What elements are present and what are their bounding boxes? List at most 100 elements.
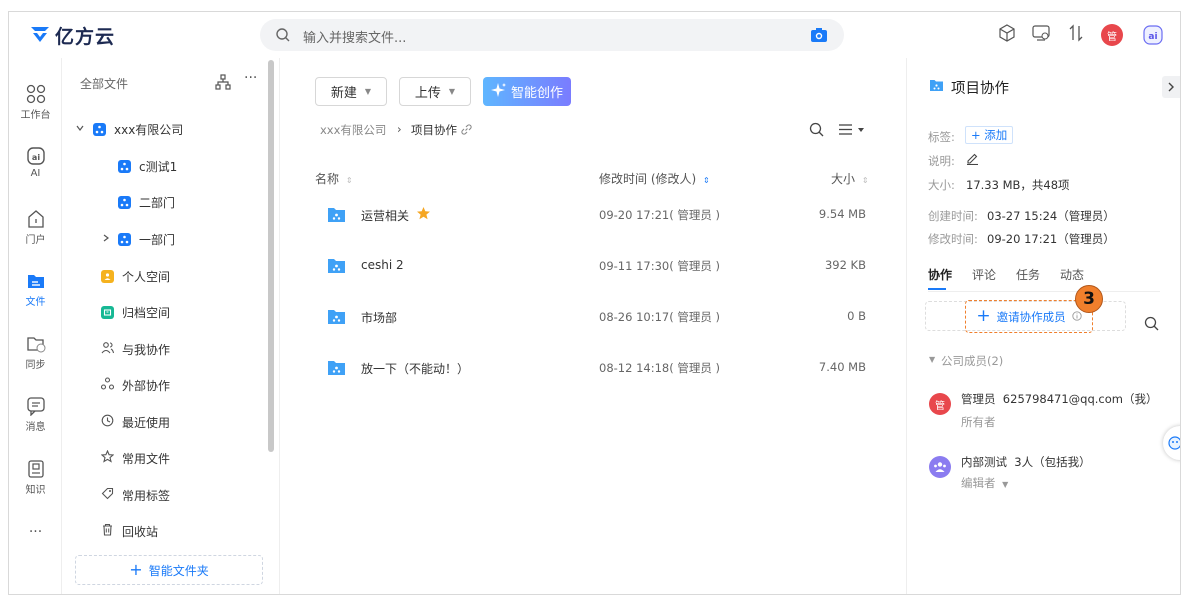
tree-label: 二部门 [139,195,176,210]
file-name[interactable]: ceshi 2 [361,258,404,272]
file-name[interactable]: 运营相关 [361,207,409,224]
rail-label: 文件 [25,297,46,308]
screen-icon[interactable] [1032,24,1050,45]
add-tag-button[interactable]: + 添加 [965,126,1014,144]
top-bar: 亿方云 输入并搜索文件... 管 ai [9,12,1180,58]
rail-label: 知识 [25,485,46,496]
tree-item-archive[interactable]: 归档空间 [101,300,170,324]
search-icon [275,27,291,46]
invite-members-button[interactable]: + 邀请协作成员 [965,300,1093,333]
more-options-icon[interactable]: ··· [244,70,257,86]
people-icon [101,341,115,357]
trash-icon [101,523,114,539]
upload-button[interactable]: 上传 ▼ [399,77,471,106]
tab-collaboration[interactable]: 协作 [928,266,952,283]
sort-icon: ⇕ [861,176,869,185]
more-icon[interactable]: ··· [9,524,62,540]
new-button[interactable]: 新建 ▼ [315,77,387,106]
collapse-panel-icon[interactable] [1162,76,1180,98]
rail-item-workbench[interactable]: 工作台 [9,84,62,121]
table-row[interactable]: 放一下（不能动！） 08-12 14:18( 管理员 ) 7.40 MB [280,344,908,394]
ai-assistant-icon[interactable]: ai [1143,25,1163,48]
user-avatar[interactable]: 管 [1101,24,1123,46]
panel-title: 项目协作 [951,81,1009,97]
tree-label: 常用标签 [122,488,171,503]
member-role-dropdown[interactable]: 编辑者 ▼ [961,475,1008,491]
tree-item-tags[interactable]: 常用标签 [101,483,170,507]
tree-item-dept-2[interactable]: 二部门 [118,190,175,214]
rail-item-files[interactable]: 文件 [9,271,62,308]
search-input[interactable]: 输入并搜索文件... [303,27,406,46]
tree-item-company[interactable]: xxx有限公司 [75,117,183,141]
tree-label: 与我协作 [122,342,171,357]
starred-icon[interactable] [416,206,431,224]
column-header-modified[interactable]: 修改时间 (修改人) ⇕ [599,170,710,187]
member-role: 所有者 [961,415,996,429]
transfer-icon[interactable] [1068,24,1084,45]
table-row[interactable]: 运营相关 09-20 17:21( 管理员 ) 9.54 MB [280,191,908,241]
modified-time: 09-11 17:30( 管理员 ) [599,259,720,273]
edit-icon[interactable] [966,152,979,168]
knowledge-icon [26,459,46,479]
file-name[interactable]: 市场部 [361,309,397,326]
tree-item-trash[interactable]: 回收站 [101,519,158,543]
tab-comments[interactable]: 评论 [972,266,996,283]
column-header-name-label: 名称 [315,172,340,186]
shared-folder-icon [327,257,346,277]
department-icon [118,232,131,246]
tree-item-personal[interactable]: 个人空间 [101,264,170,288]
plus-icon: + [129,560,143,579]
list-view-icon[interactable] [838,122,866,140]
sort-desc-icon: ⇕ [703,176,710,185]
tree-item-c-test[interactable]: c测试1 [118,154,177,178]
smart-folder-label: 智能文件夹 [148,563,209,578]
caret-down-icon: ▼ [1002,480,1009,489]
rail-label: 门户 [25,235,46,246]
logo[interactable]: 亿方云 [29,22,115,49]
left-rail: 工作台 ai AI 门户 文件 同步 消息 知识 ··· [9,58,62,594]
rail-label: AI [30,168,41,179]
rail-item-knowledge[interactable]: 知识 [9,459,62,496]
members-group-label[interactable]: 公司成员(2) [941,353,1003,369]
search-icon[interactable] [809,122,824,140]
rail-item-ai[interactable]: ai AI [9,146,62,179]
tree-item-favorites[interactable]: 常用文件 [100,446,170,470]
member-name: 管理员 625798471@qq.com（我） [961,392,1158,406]
column-header-name[interactable]: 名称 ⇕ [315,170,353,187]
avatar: 管 [929,393,951,415]
ai-create-label: 智能创作 [510,86,563,101]
tree-scrollbar[interactable] [268,60,274,452]
tree-item-recent[interactable]: 最近使用 [101,410,170,434]
camera-icon[interactable] [810,27,828,46]
link-icon[interactable] [460,123,473,139]
tree-item-dept-1[interactable]: 一部门 [101,227,175,251]
upload-label: 上传 [414,86,441,101]
table-row[interactable]: 市场部 08-26 10:17( 管理员 ) 0 B [280,293,908,343]
search-bar[interactable]: 输入并搜索文件... [260,19,844,51]
tab-tasks[interactable]: 任务 [1016,266,1040,283]
member-name: 内部测试 3人（包括我） [961,455,1091,469]
column-header-size[interactable]: 大小 ⇕ [831,170,869,187]
tree-item-external[interactable]: 外部协作 [100,373,171,397]
tab-activity[interactable]: 动态 [1060,266,1084,283]
rail-item-sync[interactable]: 同步 [9,334,62,371]
modified-time: 08-26 10:17( 管理员 ) [599,310,720,324]
shared-folder-icon [327,359,346,379]
tree-label: 外部协作 [122,378,171,393]
logo-icon [29,24,51,47]
smart-folder-button[interactable]: + 智能文件夹 [75,555,263,585]
file-name[interactable]: 放一下（不能动！） [361,360,469,377]
rail-item-portal[interactable]: 门户 [9,209,62,246]
member-search-icon[interactable] [1144,316,1159,334]
collapse-group-icon[interactable]: ▼ [929,355,935,364]
ai-create-button[interactable]: 智能创作 [483,77,571,106]
org-chart-icon[interactable] [215,74,231,93]
tree-item-shared-with-me[interactable]: 与我协作 [101,337,170,361]
cube-icon[interactable] [999,24,1015,45]
shared-folder-icon [327,206,346,226]
rail-item-messages[interactable]: 消息 [9,396,62,433]
breadcrumb-root[interactable]: xxx有限公司 [320,122,386,138]
table-row[interactable]: ceshi 2 09-11 17:30( 管理员 ) 392 KB [280,242,908,292]
svg-text:ai: ai [31,153,39,162]
home-icon [26,209,46,229]
